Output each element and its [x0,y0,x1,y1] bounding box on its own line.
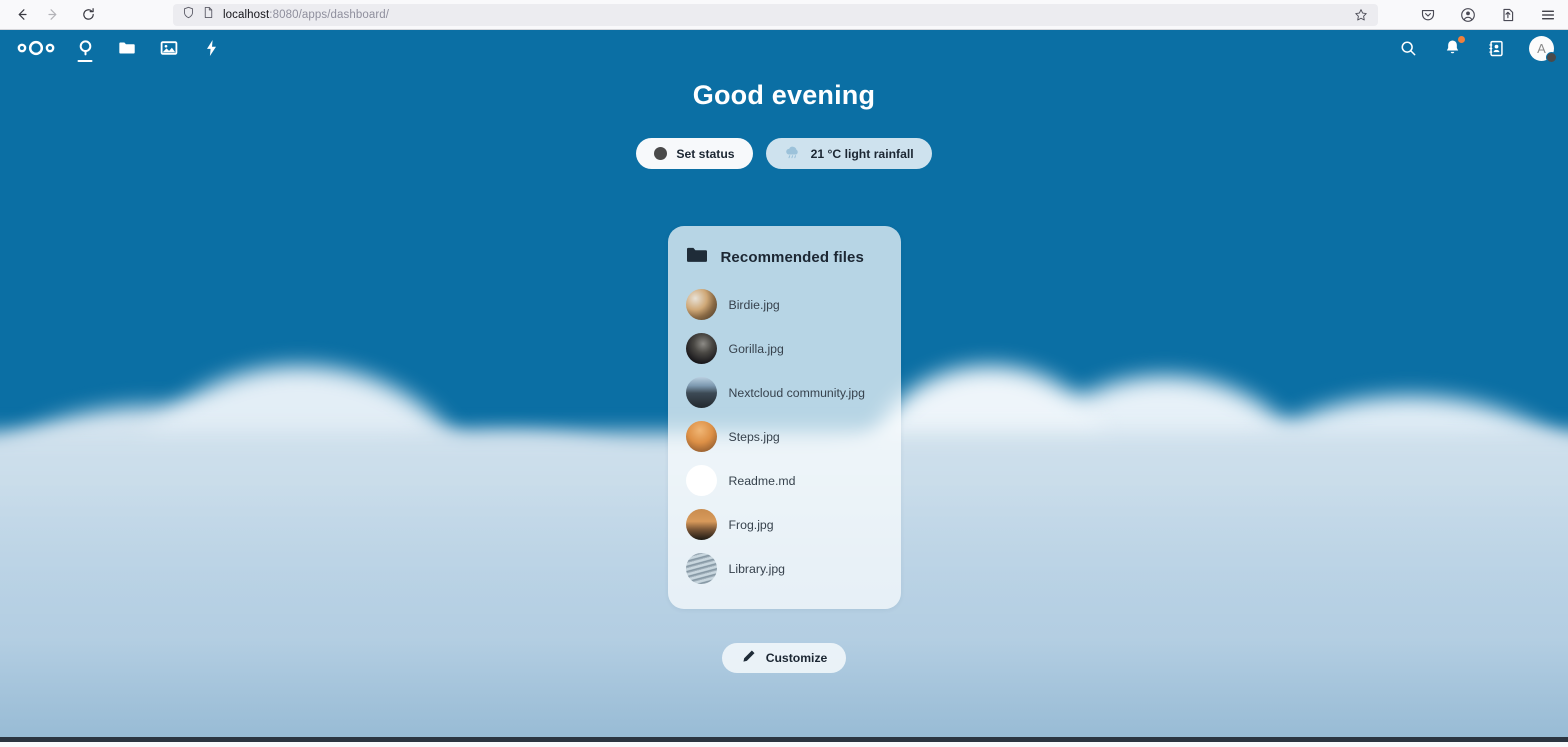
file-name: Steps.jpg [728,429,780,444]
account-circle-icon[interactable] [1456,3,1480,27]
customize-button[interactable]: Customize [721,643,847,673]
weather-label: 21 °C light rainfall [810,146,914,161]
customize-label: Customize [765,651,828,665]
reload-button[interactable] [74,3,102,27]
notification-badge [1458,36,1465,43]
folder-icon [686,246,708,269]
url-host: localhost [223,9,270,21]
search-icon[interactable] [1397,37,1419,59]
dashboard-content: Good evening Set status 21 °C light rain… [0,66,1568,742]
widget-header: Recommended files [684,246,885,269]
back-button[interactable] [8,3,36,27]
app-icon-files[interactable] [112,33,142,63]
nextcloud-header: A [0,30,1568,66]
avatar-status-dot [1546,51,1557,63]
dashboard-page: Good evening Set status 21 °C light rain… [0,66,1568,742]
avatar-initial: A [1537,40,1546,56]
user-avatar[interactable]: A [1529,35,1557,63]
notifications-bell-icon[interactable] [1441,36,1465,59]
file-list: Birdie.jpg Gorilla.jpg Nextcloud communi… [684,286,885,587]
steps-thumbnail [685,421,717,452]
bookmark-button[interactable] [1348,4,1374,26]
set-status-label: Set status [676,146,735,161]
list-item[interactable]: Gorilla.jpg [684,330,885,367]
gorilla-thumbnail [685,333,717,364]
pencil-icon [741,649,756,667]
url-bar-icons [179,6,223,24]
browser-toolbar: localhost:8080/apps/dashboard/ [0,0,1568,30]
browser-nav-buttons [0,3,102,27]
shield-icon[interactable] [182,6,195,24]
list-item[interactable]: Birdie.jpg [684,286,885,323]
nextcloud-community-thumbnail [685,377,717,408]
list-item[interactable]: Readme.md [684,462,885,499]
app-icon-photos[interactable] [154,33,184,63]
browser-chrome-right [1416,0,1560,30]
status-row: Set status 21 °C light rainfall [636,138,932,169]
url-path: :8080/apps/dashboard/ [269,9,390,21]
file-name: Gorilla.jpg [728,341,784,356]
header-right-menu: A [1397,35,1557,63]
file-name: Birdie.jpg [728,297,780,312]
url-bar[interactable]: localhost:8080/apps/dashboard/ [173,4,1378,26]
hamburger-menu-icon[interactable] [1536,3,1560,27]
list-item[interactable]: Library.jpg [684,550,885,587]
app-icon-activity[interactable] [196,33,226,63]
status-dot-icon [654,147,668,160]
file-name: Frog.jpg [728,517,774,532]
nextcloud-logo[interactable] [14,39,58,57]
app-navigation [70,33,226,63]
file-name: Library.jpg [728,561,786,576]
url-text: localhost:8080/apps/dashboard/ [223,9,389,21]
weather-button[interactable]: 21 °C light rainfall [765,138,932,169]
file-name: Nextcloud community.jpg [728,385,865,400]
set-status-button[interactable]: Set status [636,138,753,169]
readme-text-thumbnail [685,465,717,496]
rain-cloud-icon [784,145,802,163]
page-title: Good evening [692,80,876,110]
widget-title: Recommended files [720,249,864,266]
recommended-files-widget: Recommended files Birdie.jpg Gorilla.jpg… [667,226,901,609]
file-name: Readme.md [728,473,796,488]
app-icon-dashboard[interactable] [70,33,100,63]
list-item[interactable]: Steps.jpg [684,418,885,455]
frog-thumbnail [685,509,717,540]
forward-button[interactable] [38,3,66,27]
pocket-save-icon[interactable] [1416,3,1440,27]
list-item[interactable]: Frog.jpg [684,506,885,543]
extensions-icon[interactable] [1496,3,1520,27]
contacts-icon[interactable] [1485,37,1507,59]
list-item[interactable]: Nextcloud community.jpg [684,374,885,411]
library-thumbnail [685,553,717,584]
birdie-thumbnail [685,289,717,320]
page-document-icon[interactable] [202,6,215,24]
